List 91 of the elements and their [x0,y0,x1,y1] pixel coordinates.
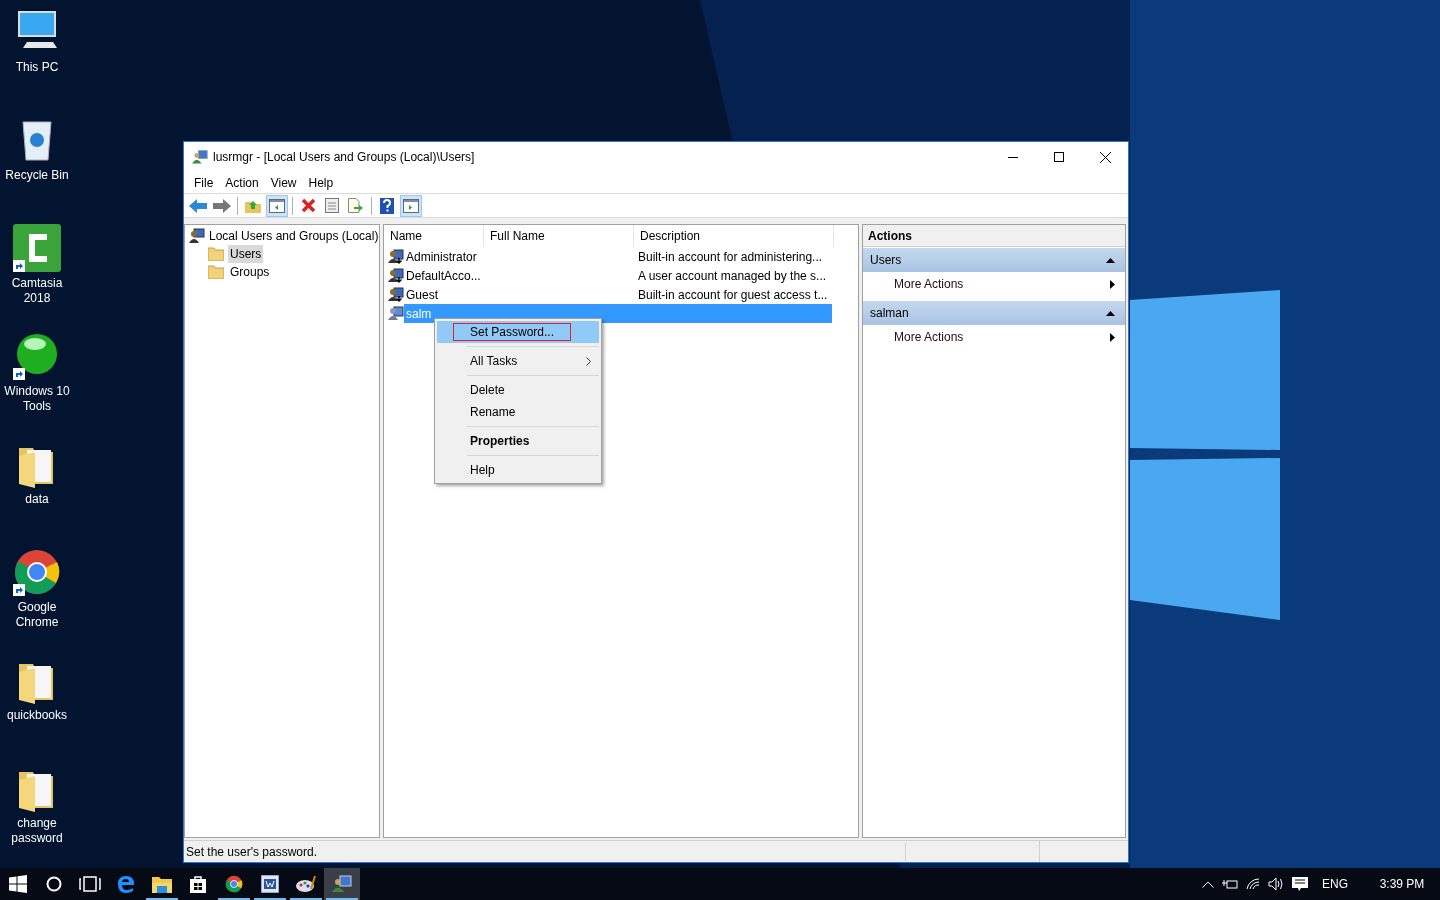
menu-item-label: Properties [469,433,531,450]
menu-item[interactable]: Action [219,173,265,192]
folder-icon [152,875,172,893]
menu-item-label: Help [469,462,496,479]
table-cell-text: Built-in account for administering... [638,248,823,266]
menu-item-label: Rename [469,404,517,421]
table-row[interactable]: Administrator Built-in account for administering... [404,247,832,266]
collapse-triangle-icon [1106,310,1115,316]
folder-icon [208,265,224,279]
users-icon [192,149,208,165]
table-row[interactable]: Guest Built-in account for guest access t... [404,285,832,304]
actions-section-header[interactable]: salman [863,301,1125,325]
chevron-up-icon [1202,880,1214,888]
menu-item[interactable]: Help [437,459,599,481]
export-list-icon [348,198,364,213]
column-header[interactable]: Description [634,225,834,247]
maximize-icon [1054,152,1064,162]
palette-icon [296,875,316,893]
table-cell-text: Guest [405,286,439,304]
menu-item[interactable]: View [264,173,303,192]
action-link[interactable]: More Actions [863,272,1125,296]
speaker-icon [1268,877,1284,891]
menu-item-label: Set Password... [453,323,572,341]
edge-icon [117,875,135,893]
toolbar-button[interactable] [400,194,422,217]
forward-arrow-icon [213,198,231,213]
menu-item[interactable]: Set Password... [437,321,599,343]
close-icon [1099,151,1111,163]
folder-icon [208,247,224,261]
table-cell-text: salm [405,305,433,323]
table-cell-text: Administrator [405,248,478,266]
toolbar-button[interactable] [266,194,288,217]
battery-plug-icon [1222,878,1238,890]
table-cell-text: Built-in account for guest access t... [638,286,828,304]
computer-users-icon [189,228,205,244]
user-icon [388,286,404,303]
chevron-right-icon [586,356,591,366]
document-icon [261,875,279,893]
submenu-arrow-icon [1110,279,1115,289]
user-icon [388,305,404,322]
desktop-icon-label[interactable]: quickbooks [0,708,74,723]
user-icon [388,267,404,284]
collapse-triangle-icon [1106,257,1115,263]
status-text: Set the user's password. [184,842,906,861]
properties-icon [325,198,339,213]
minimize-icon [1008,156,1018,158]
users-icon [332,875,352,893]
action-link[interactable]: More Actions [863,325,1125,349]
task-view-icon [79,876,101,892]
desktop-icon-label[interactable]: Recycle Bin [0,168,74,183]
column-header[interactable]: Name [384,225,484,247]
table-row[interactable]: DefaultAcco... A user account managed by the s... [404,266,832,285]
user-icon [388,248,404,265]
table-cell-text: A user account managed by the s... [638,267,827,285]
console-tree-icon [269,198,285,213]
search-icon [46,876,62,892]
menu-item[interactable]: Rename [437,401,599,423]
menu-item-label: Delete [469,382,506,399]
desktop-icon-label[interactable]: change password [0,816,74,846]
menu-item[interactable]: All Tasks [437,350,599,372]
table-cell-text: DefaultAcco... [405,267,482,285]
window-title: lusrmgr - [Local Users and Groups (Local)\Users] [213,149,475,166]
column-header[interactable]: Full Name [484,225,634,247]
menu-item[interactable]: File [188,173,220,192]
submenu-arrow-icon [1110,332,1115,342]
shopping-bag-icon [190,875,206,893]
menu-item[interactable]: Properties [437,430,599,452]
action-pane-icon [403,198,419,213]
language-indicator[interactable]: ENG [1322,875,1348,893]
menu-item-label: All Tasks [469,353,519,370]
tree-item[interactable]: Groups [228,263,272,281]
tree-item[interactable]: Users [228,245,264,263]
delete-icon [300,198,316,213]
menu-item[interactable]: Help [302,173,340,192]
actions-section-header[interactable]: Users [863,248,1125,272]
desktop-icon-label[interactable]: data [0,492,74,507]
folder-up-icon [245,198,261,213]
notification-icon [1292,876,1308,892]
help-icon [380,197,394,214]
desktop-icon-label[interactable]: Google Chrome [0,600,74,630]
menu-item[interactable]: Delete [437,379,599,401]
wifi-icon [1246,878,1260,890]
desktop-icon-label[interactable]: This PC [0,60,74,75]
clock[interactable]: 3:39 PM [1370,875,1434,893]
back-arrow-icon [189,198,207,213]
chrome-icon [225,875,243,893]
windows-logo-icon [9,875,27,893]
desktop-icon-label[interactable]: Camtasia 2018 [0,276,74,306]
desktop-icon-label[interactable]: Windows 10 Tools [0,384,74,414]
tree-item[interactable]: Local Users and Groups (Local) [209,227,379,245]
actions-header: Actions [863,225,1125,247]
